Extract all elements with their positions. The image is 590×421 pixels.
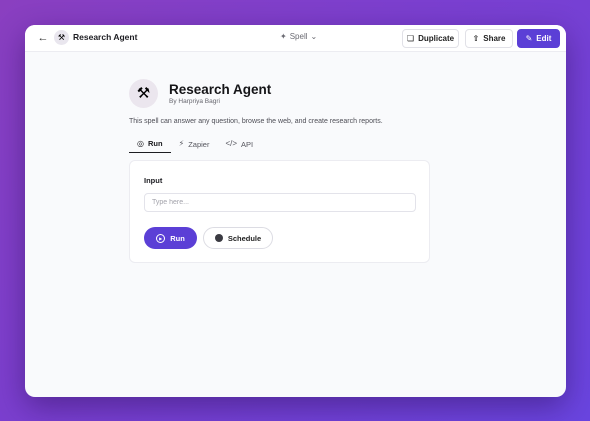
play-circle-icon: ◎: [137, 138, 144, 148]
tools-icon: ⚒: [136, 85, 151, 102]
sparkle-icon: ✦: [280, 31, 287, 41]
tools-icon: ⚒: [54, 30, 69, 45]
agent-name: Research Agent: [169, 82, 272, 97]
app-title: Research Agent: [73, 32, 138, 42]
code-icon: </>: [225, 139, 238, 148]
share-label: Share: [483, 34, 506, 43]
tab-zapier-label: Zapier: [188, 139, 210, 149]
run-button[interactable]: ▶ Run: [144, 227, 197, 249]
spell-type-label: Spell: [289, 32, 308, 41]
tab-api[interactable]: </> API: [217, 135, 261, 153]
agent-avatar: ⚒: [129, 79, 158, 108]
app-window: ← ⚒ Research Agent ✦ Spell ⌄ ❏ Duplicate…: [25, 25, 566, 397]
duplicate-button[interactable]: ❏ Duplicate: [402, 29, 459, 48]
chevron-down-icon: ⌄: [310, 31, 318, 41]
schedule-button-label: Schedule: [227, 233, 262, 243]
run-button-label: Run: [170, 233, 185, 243]
schedule-button[interactable]: Schedule: [203, 227, 273, 249]
spell-type-dropdown[interactable]: ✦ Spell ⌄: [280, 32, 317, 41]
input-field[interactable]: [144, 193, 416, 212]
tab-bar: ◎ Run ⚡︎ Zapier </> API: [129, 135, 261, 153]
play-icon: ▶: [156, 233, 166, 243]
share-icon: ⇧: [472, 33, 480, 43]
edit-label: Edit: [536, 34, 552, 43]
tab-api-label: API: [241, 139, 254, 149]
agent-author: By Harpriya Bagri: [169, 98, 220, 105]
share-button[interactable]: ⇧ Share: [465, 29, 513, 48]
edit-icon: ✎: [525, 33, 533, 43]
input-label: Input: [144, 176, 163, 185]
copy-icon: ❏: [406, 33, 415, 43]
edit-button[interactable]: ✎ Edit: [517, 29, 560, 48]
run-card: Input ▶ Run Schedule: [129, 160, 430, 263]
top-bar: ← ⚒ Research Agent ✦ Spell ⌄ ❏ Duplicate…: [25, 25, 566, 52]
tab-zapier[interactable]: ⚡︎ Zapier: [171, 135, 218, 153]
back-arrow-icon[interactable]: ←: [36, 31, 50, 45]
bolt-icon: ⚡︎: [178, 139, 185, 148]
agent-description: This spell can answer any question, brow…: [129, 118, 383, 125]
duplicate-label: Duplicate: [418, 34, 455, 43]
tab-run[interactable]: ◎ Run: [129, 135, 171, 153]
tab-run-label: Run: [147, 139, 163, 148]
clock-icon: [214, 234, 223, 242]
